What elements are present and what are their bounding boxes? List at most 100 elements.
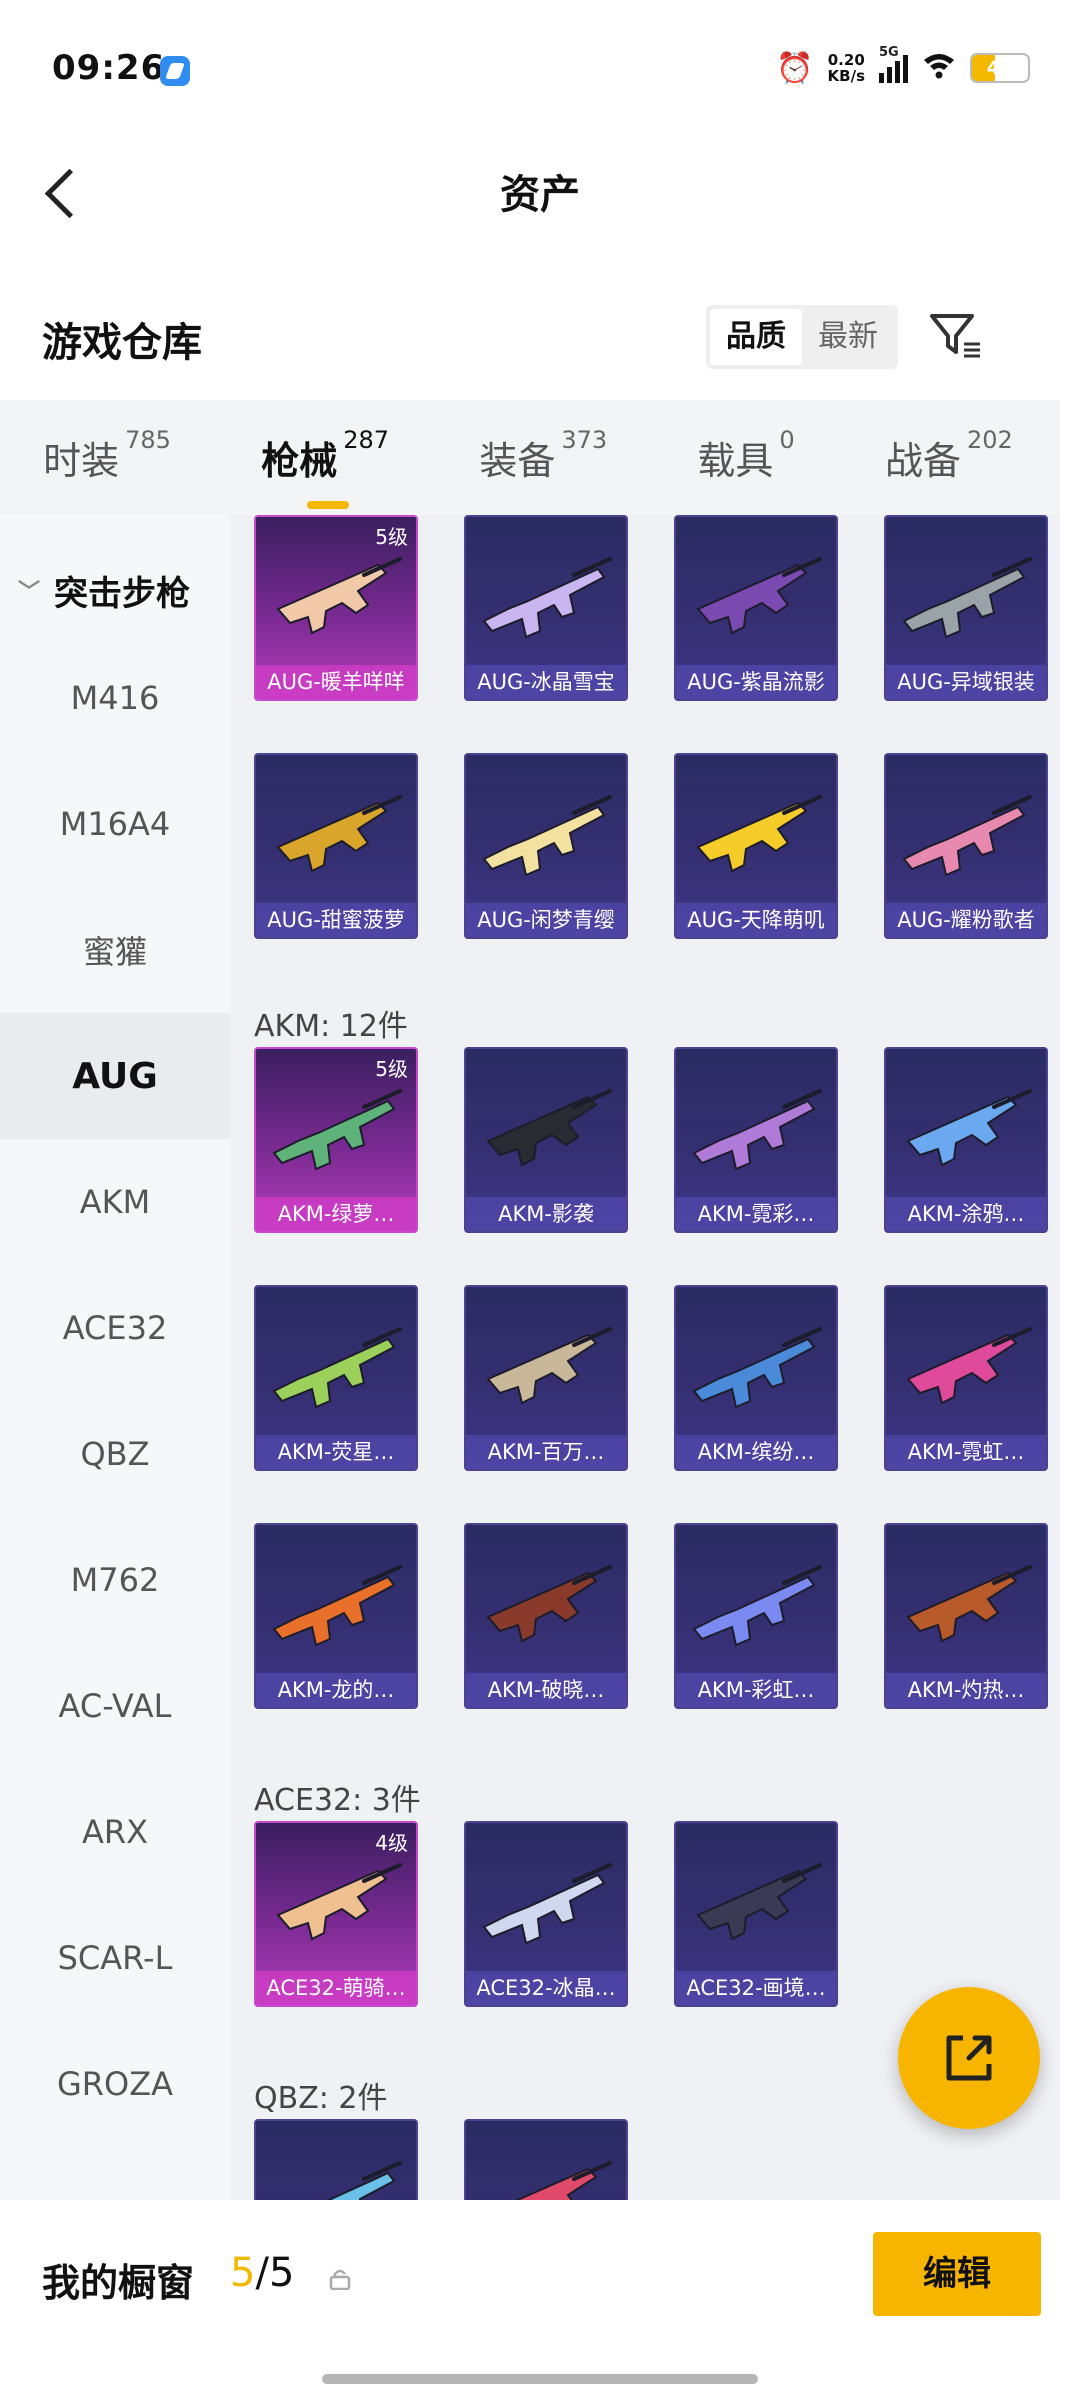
weapon-skin-card[interactable]: AKM-影袭: [464, 1047, 628, 1233]
tab-supplies[interactable]: 战备 202: [884, 426, 1017, 485]
weapon-skin-card[interactable]: ACE32-冰晶…: [464, 1821, 628, 2007]
section-label: QBZ: 2件: [254, 2081, 388, 2116]
app-header: 资产: [0, 140, 1080, 250]
sidebar-item-arx[interactable]: ARX: [0, 1769, 230, 1895]
weapon-skin-card[interactable]: AKM-霓彩…: [674, 1047, 838, 1233]
weapon-skin-name: AUG-耀粉歌者: [886, 903, 1046, 937]
tab-label: 载具: [697, 439, 774, 483]
share-button[interactable]: [898, 1987, 1040, 2129]
tab-label: 战备: [884, 439, 961, 483]
weapon-skin-card[interactable]: 5级 AUG-暖羊咩咩: [254, 515, 418, 701]
network-rate-value: 0.20: [827, 51, 865, 69]
sidebar-item-aug[interactable]: AUG: [0, 1013, 230, 1139]
filter-button[interactable]: [920, 300, 990, 370]
level-badge: 5级: [375, 1057, 408, 1081]
weapon-skin-card[interactable]: 4级 ACE32-萌骑…: [254, 1821, 418, 2007]
weapon-skin-card[interactable]: 5级 AKM-绿萝…: [254, 1047, 418, 1233]
weapon-skin-card[interactable]: AKM-涂鸦…: [884, 1047, 1048, 1233]
weapon-skin-card[interactable]: QBZ-其实结…: [254, 2119, 418, 2200]
sidebar-item-m416[interactable]: M416: [0, 635, 230, 761]
sidebar-group-assault-rifles[interactable]: ﹀ 突击步枪: [0, 545, 230, 635]
section-label: AKM: 12件: [254, 1009, 408, 1044]
weapon-skin-card[interactable]: AUG-紫晶流影: [674, 515, 838, 701]
weapon-image: [696, 795, 822, 873]
weapon-image: [482, 1863, 612, 1945]
weapon-skin-card[interactable]: AUG-闲梦青缨: [464, 753, 628, 939]
sidebar-item-qbz[interactable]: QBZ: [0, 1391, 230, 1517]
weapon-image: [482, 795, 612, 877]
sidebar-item-akm[interactable]: AKM: [0, 1139, 230, 1265]
sidebar-item-ac-val[interactable]: AC-VAL: [0, 1643, 230, 1769]
alarm-icon: ⏰: [776, 50, 814, 86]
tab-count: 0: [779, 426, 795, 454]
weapon-skin-name: AKM-缤纷…: [676, 1435, 836, 1469]
weapon-image: [515, 2161, 612, 2200]
weapon-skin-card[interactable]: AKM-灼热…: [884, 1523, 1048, 1709]
weapon-skin-card[interactable]: AKM-彩虹…: [674, 1523, 838, 1709]
weapon-skin-card[interactable]: AKM-龙的…: [254, 1523, 418, 1709]
weapon-image: [272, 1327, 402, 1409]
weapon-skin-name: AKM-霓彩…: [676, 1197, 836, 1231]
showcase-count-total: 5: [268, 2250, 295, 2296]
weapon-skin-card[interactable]: AKM-荧星…: [254, 1285, 418, 1471]
weapon-image: [906, 1565, 1032, 1643]
weapon-skin-name: AKM-荧星…: [256, 1435, 416, 1469]
weapon-skin-card[interactable]: AKM-缤纷…: [674, 1285, 838, 1471]
weapon-skin-card[interactable]: AKM-霓虹…: [884, 1285, 1048, 1471]
sidebar-item-m16a4[interactable]: M16A4: [0, 761, 230, 887]
lock-icon: [329, 2269, 351, 2290]
sidebar-item-list: M416 M16A4 蜜獾 AUG AKM ACE32 QBZ M762 AC-VAL ARX SC…: [0, 635, 230, 2147]
edit-button[interactable]: 编辑: [873, 2232, 1041, 2316]
weapon-skin-card[interactable]: AUG-异域银装: [884, 515, 1048, 701]
tab-label: 枪械: [261, 439, 338, 483]
weapon-skin-card[interactable]: AKM-破晓…: [464, 1523, 628, 1709]
sidebar-item-groza[interactable]: GROZA: [0, 2021, 230, 2147]
sidebar-item-scar-l[interactable]: SCAR-L: [0, 1895, 230, 2021]
battery-icon: 41: [970, 53, 1030, 83]
weapon-skin-card[interactable]: AKM-百万…: [464, 1285, 628, 1471]
weapon-skin-name: AUG-暖羊咩咩: [256, 665, 416, 699]
tab-vehicles[interactable]: 载具 0: [697, 426, 798, 485]
sidebar-item--[interactable]: 蜜獾: [0, 887, 230, 1013]
weapon-skin-name: AKM-涂鸦…: [886, 1197, 1046, 1231]
tab-weapons[interactable]: 枪械 287: [261, 426, 393, 509]
item-grid: 5级 AUG-暖羊咩咩 AUG-冰晶雪宝 AUG-紫晶流影 AUG-异域银装 AUG-甜蜜…: [230, 515, 1060, 2200]
weapon-skin-name: AUG-冰晶雪宝: [466, 665, 626, 699]
share-export-icon: [946, 2035, 992, 2081]
weapon-skin-name: AKM-影袭: [466, 1197, 626, 1231]
tab-fashion[interactable]: 时装 785: [43, 426, 175, 485]
weapon-skin-card[interactable]: AUG-甜蜜菠萝: [254, 753, 418, 939]
tab-count: 373: [561, 426, 608, 454]
weapon-image: [482, 557, 612, 639]
weapon-image: [696, 1863, 822, 1941]
weapon-skin-card[interactable]: AUG-冰晶雪宝: [464, 515, 628, 701]
home-indicator[interactable]: [322, 2374, 758, 2384]
showcase-count-separator: /: [255, 2250, 269, 2296]
category-tabs: 时装 785 枪械 287 装备 373 载具 0 战备 202: [0, 400, 1060, 515]
filter-icon: [930, 314, 980, 358]
tab-count: 287: [343, 426, 390, 454]
weapon-skin-card[interactable]: ACE32-画境…: [674, 1821, 838, 2007]
sort-newest-button[interactable]: 最新: [802, 309, 894, 365]
weapon-skin-card[interactable]: AUG-耀粉歌者: [884, 753, 1048, 939]
sidebar-item-m762[interactable]: M762: [0, 1517, 230, 1643]
weapon-skin-card[interactable]: AUG-天降萌叽: [674, 753, 838, 939]
weapon-skin-name: AKM-霓虹…: [886, 1435, 1046, 1469]
weapon-skin-card[interactable]: QBZ-冠冕…: [464, 2119, 628, 2200]
weapon-skin-name: AKM-破晓…: [466, 1673, 626, 1707]
bottom-bar: 我的橱窗 5/5 编辑: [0, 2200, 1080, 2350]
section-label: ACE32: 3件: [254, 1783, 421, 1818]
weapon-image: [486, 1327, 612, 1405]
weapon-skin-name: AKM-龙的…: [256, 1673, 416, 1707]
sort-toggle: 品质 最新: [706, 305, 898, 369]
sort-quality-button[interactable]: 品质: [710, 309, 802, 365]
network-type: 5G: [879, 45, 899, 60]
weapon-image: [272, 1565, 402, 1647]
weapon-image: [906, 1327, 1032, 1405]
sidebar-item-ace32[interactable]: ACE32: [0, 1265, 230, 1391]
tab-equipment[interactable]: 装备 373: [479, 426, 611, 485]
status-icons: ⏰ 0.20 KB/s 5G 41: [776, 45, 1030, 88]
page-title: 资产: [500, 172, 580, 218]
weapon-image: [276, 1863, 402, 1941]
level-badge: 4级: [375, 1831, 408, 1855]
